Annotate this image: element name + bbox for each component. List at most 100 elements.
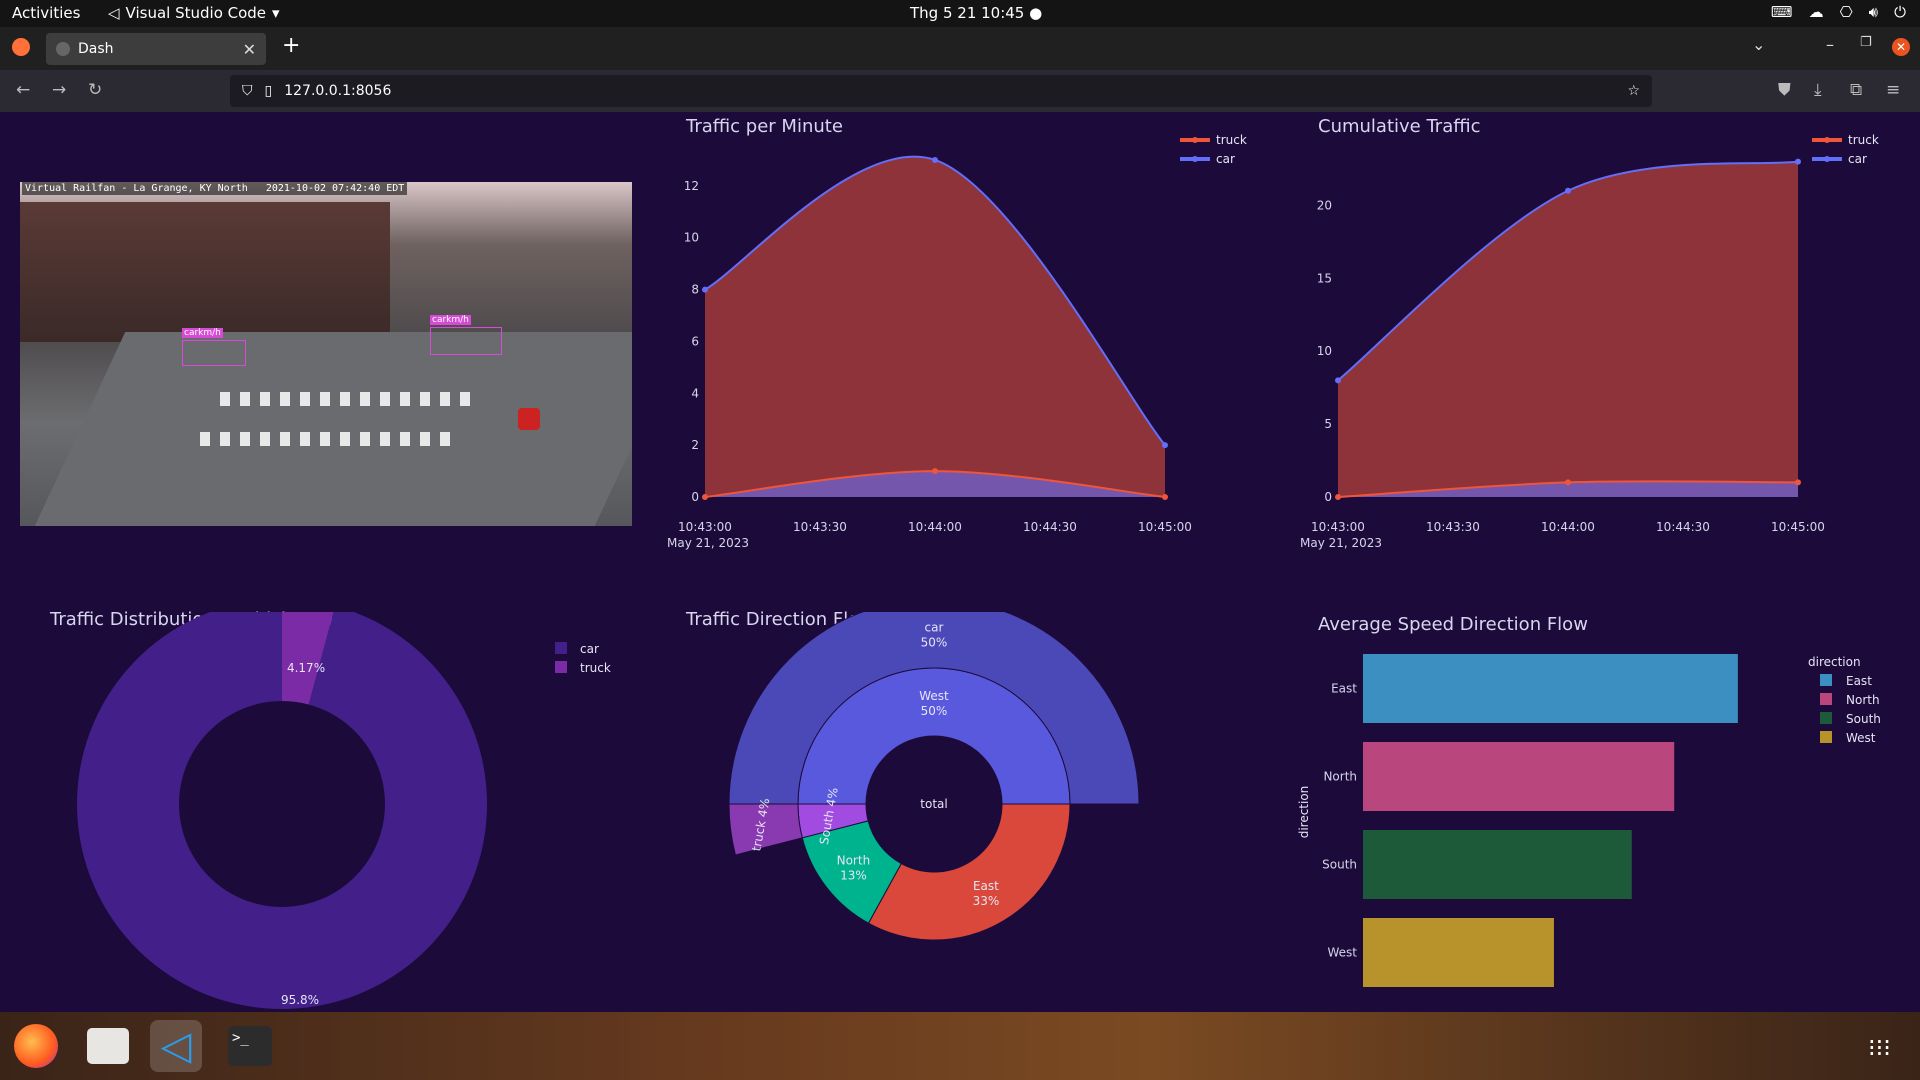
legend-swatch — [1820, 693, 1832, 705]
legend-swatch — [555, 661, 567, 673]
legend-marker — [1824, 137, 1830, 143]
y-tick-label: 8 — [691, 283, 699, 297]
menu-icon[interactable]: ≡ — [1886, 80, 1900, 100]
x-tick-label: 10:43:00 — [678, 520, 732, 534]
bar-east — [1363, 654, 1738, 723]
y-tick-label: 12 — [684, 179, 699, 193]
cloud-icon[interactable]: ☁ — [1809, 3, 1824, 21]
system-tray[interactable]: ⌨ ☁ ⎔ 🔊︎ ⏻ — [1771, 3, 1906, 21]
legend-label: truck — [1848, 133, 1879, 147]
truck-point — [1162, 494, 1168, 500]
system-top-bar: Activities ◁ Visual Studio Code ▾ Thg 5 … — [0, 0, 1920, 27]
download-icon[interactable]: ⤓ — [1814, 80, 1822, 100]
page-icon: ▯ — [264, 83, 273, 99]
terminal-icon: >_ — [228, 1026, 272, 1066]
y-tick-label: 10 — [684, 231, 699, 245]
y-tick-label: West — [1327, 946, 1357, 960]
chevron-down-icon: ▾ — [272, 4, 280, 22]
forward-icon[interactable]: → — [52, 80, 66, 100]
new-tab-button[interactable]: + — [282, 33, 300, 58]
bar-south — [1363, 830, 1632, 899]
truck-point — [702, 494, 708, 500]
sunburst-east — [867, 803, 1071, 941]
car-point — [1565, 187, 1571, 194]
tab-dash[interactable]: Dash ✕ — [46, 33, 266, 65]
truck-point — [932, 468, 938, 475]
app-grid-icon[interactable]: ⁝⁝⁝ — [1868, 1034, 1891, 1062]
legend-label: car — [1216, 152, 1235, 166]
browser-tab-bar: Dash ✕ + ⌄ – ❐ ✕ — [0, 27, 1920, 70]
y-tick-label: 2 — [691, 438, 699, 452]
clock-text: Thg 5 21 10:45 — [910, 4, 1025, 22]
detection-label: carkm/h — [182, 328, 223, 338]
car-point — [702, 286, 708, 293]
app-name: Visual Studio Code — [125, 4, 267, 22]
bookmark-star-icon[interactable]: ☆ — [1627, 83, 1640, 99]
sunburst-label: East — [973, 879, 999, 893]
url-text[interactable]: 127.0.0.1:8056 — [284, 83, 391, 99]
reload-icon[interactable]: ↻ — [88, 80, 102, 100]
dock: ◁ >_ ⁝⁝⁝ — [0, 1012, 1920, 1080]
car-point — [1795, 158, 1801, 165]
video-overlay-text: Virtual Railfan - La Grange, KY North 20… — [22, 182, 408, 195]
legend-label: East — [1846, 674, 1872, 688]
x-date-label: May 21, 2023 — [667, 536, 749, 550]
sunburst-center-label: total — [920, 797, 947, 811]
building-block — [20, 202, 390, 342]
x-tick-label: 10:43:00 — [1311, 520, 1365, 534]
legend-label: West — [1846, 731, 1876, 745]
extensions-icon[interactable]: ⧉ — [1850, 80, 1862, 100]
sunburst-label: West — [919, 689, 949, 703]
x-tick-label: 10:45:00 — [1138, 520, 1192, 534]
restore-icon[interactable]: ❐ — [1860, 35, 1872, 50]
minimize-icon[interactable]: – — [1826, 35, 1834, 54]
y-tick-label: South — [1322, 858, 1357, 872]
dock-terminal[interactable]: >_ — [224, 1020, 276, 1072]
y-tick-label: 15 — [1317, 271, 1332, 285]
clock[interactable]: Thg 5 21 10:45 ● — [910, 4, 1042, 22]
detection-label: carkm/h — [430, 315, 471, 325]
legend-label: truck — [1216, 133, 1247, 147]
sunburst-pct: 13% — [840, 869, 867, 883]
sunburst-label: North — [837, 854, 871, 868]
shield-icon[interactable]: ⛉ — [242, 83, 253, 99]
app-menu[interactable]: ◁ Visual Studio Code ▾ — [108, 4, 280, 22]
dock-files[interactable] — [82, 1020, 134, 1072]
legend-label: South — [1846, 712, 1881, 726]
bar-north — [1363, 742, 1675, 811]
dock-firefox[interactable] — [10, 1020, 62, 1072]
detection-box-1: carkm/h — [182, 328, 246, 366]
traffic-direction-chart: West50%East33%North13%South 4%car50%truc… — [728, 612, 1140, 941]
legend-label: North — [1846, 693, 1880, 707]
url-bar[interactable]: ⛉ ▯ 127.0.0.1:8056 ☆ — [230, 75, 1652, 107]
network-icon[interactable]: ⎔ — [1840, 3, 1853, 21]
legend-marker — [1192, 137, 1198, 143]
close-tab-icon[interactable]: ✕ — [243, 40, 256, 59]
legend-marker — [1192, 156, 1198, 162]
x-tick-label: 10:44:00 — [908, 520, 962, 534]
truck-point — [1565, 479, 1571, 486]
legend-marker — [1824, 156, 1830, 162]
cumulative-traffic-chart: 0 5 10 15 20 10:43:00 10:43:30 10:44:00 10:44:30… — [1300, 133, 1879, 550]
browser-nav-bar: ← → ↻ ⛉ ▯ 127.0.0.1:8056 ☆ ⛊ ⤓ ⧉ ≡ — [0, 70, 1920, 112]
legend-title: direction — [1808, 655, 1861, 669]
y-tick-label: 6 — [691, 334, 699, 348]
close-window-icon[interactable]: ✕ — [1892, 38, 1910, 56]
power-icon[interactable]: ⏻ — [1894, 3, 1906, 21]
sunburst-pct: 50% — [921, 636, 948, 650]
activities-button[interactable]: Activities — [12, 4, 80, 22]
pocket-icon[interactable]: ⛊ — [1778, 80, 1791, 100]
y-tick-label: East — [1331, 682, 1357, 696]
video-feed: Virtual Railfan - La Grange, KY North 20… — [20, 182, 632, 526]
donut-value-label: 95.8% — [281, 993, 319, 1007]
traffic-per-minute-chart: 0 2 4 6 8 10 12 10:43:00 10:43:30 10:44:00 10:44:3… — [667, 133, 1247, 550]
volume-icon[interactable]: 🔊︎ — [1869, 3, 1878, 21]
keyboard-icon[interactable]: ⌨ — [1771, 3, 1793, 21]
list-tabs-icon[interactable]: ⌄ — [1752, 35, 1765, 54]
dock-vscode[interactable]: ◁ — [150, 1020, 202, 1072]
legend-swatch — [1820, 674, 1832, 686]
donut-value-label: 4.17% — [287, 661, 325, 675]
back-icon[interactable]: ← — [16, 80, 30, 100]
sunburst-pct: 50% — [921, 704, 948, 718]
x-tick-label: 10:43:30 — [793, 520, 847, 534]
